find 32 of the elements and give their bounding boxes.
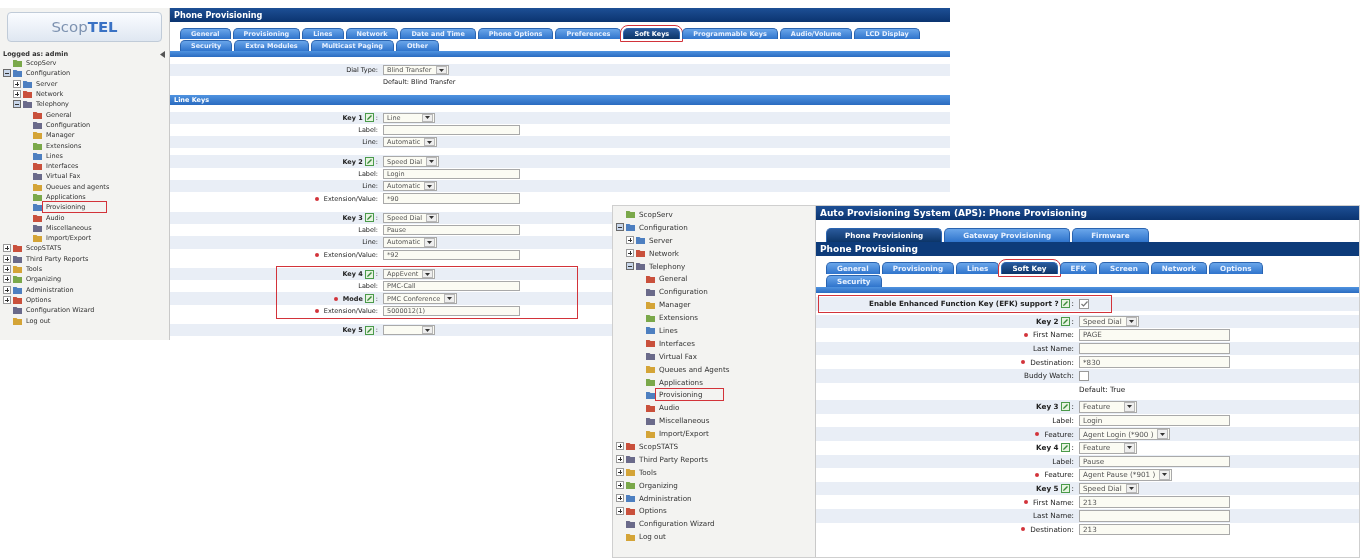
expand-toggle[interactable] [616, 442, 624, 451]
input-field[interactable] [1079, 509, 1231, 522]
expand-toggle[interactable] [616, 494, 624, 503]
page-title: Auto Provisioning System (APS): Phone Provisioning [816, 206, 1359, 220]
expand-toggle[interactable] [616, 455, 624, 464]
expand-toggle[interactable] [3, 254, 11, 263]
checkbox[interactable] [1079, 298, 1089, 309]
collapse-toggle[interactable] [616, 223, 624, 232]
logo: ScopTEL [7, 12, 162, 42]
checkbox[interactable] [1079, 370, 1089, 381]
expand-toggle[interactable] [626, 249, 634, 258]
input-field[interactable] [383, 124, 520, 136]
caret-icon [1159, 470, 1171, 480]
collapse-toggle[interactable] [626, 262, 634, 270]
expand-toggle[interactable] [616, 468, 624, 477]
expand-toggle[interactable] [3, 265, 11, 274]
expand-toggle[interactable] [616, 481, 624, 490]
input-field[interactable] [1079, 342, 1231, 355]
collapse-toggle[interactable] [13, 100, 21, 109]
expand-toggle[interactable] [3, 295, 11, 304]
caret-icon [1123, 442, 1135, 453]
section-title: Phone Provisioning [816, 242, 1359, 256]
expand-toggle[interactable] [13, 79, 21, 88]
expand-toggle[interactable] [13, 90, 21, 99]
expand-toggle[interactable] [3, 275, 11, 284]
expand-toggle[interactable] [3, 244, 11, 253]
page-title: Phone Provisioning [170, 8, 950, 22]
expand-toggle[interactable] [3, 285, 11, 294]
expand-toggle[interactable] [626, 236, 634, 245]
collapse-icon [159, 50, 166, 58]
collapse-toggle[interactable] [3, 69, 11, 78]
expand-toggle[interactable] [616, 506, 624, 515]
